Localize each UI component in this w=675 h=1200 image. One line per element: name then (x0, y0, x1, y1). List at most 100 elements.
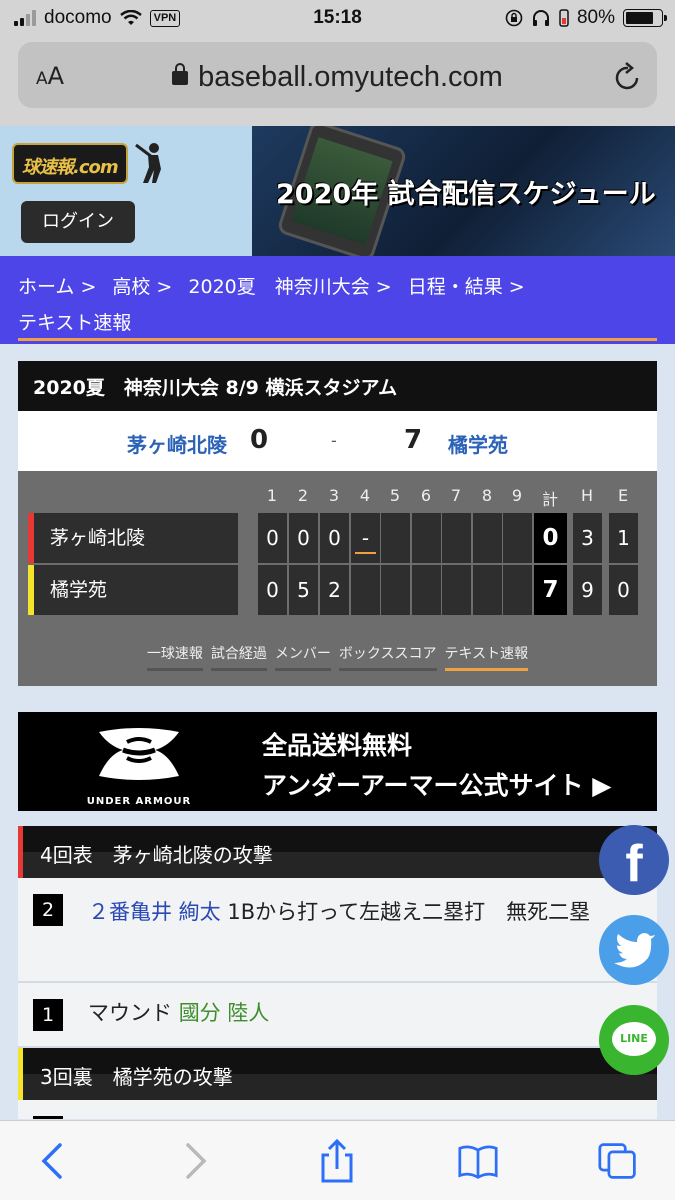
under-armour-mark-icon (99, 728, 179, 780)
twitter-bird-icon (614, 933, 655, 968)
breadcrumb-highschool[interactable]: 高校 (112, 276, 150, 298)
line-score-inning (412, 513, 441, 563)
play-item: 2 ２番亀井 絢太 1Bから打って左越え二塁打 無死二塁 (18, 878, 657, 983)
browser-toolbar (0, 1120, 675, 1200)
line-score-col-header: 9 (511, 486, 523, 505)
line-score-col-header: 5 (389, 486, 401, 505)
team-color-stripe (18, 1048, 23, 1100)
game-tab[interactable]: 試合経過 (210, 643, 267, 671)
line-score-inning: 0 (289, 513, 318, 563)
play-by-play: 4回表 茅ヶ崎北陵の攻撃 2 ２番亀井 絢太 1Bから打って左越え二塁打 無死二… (18, 826, 657, 1119)
away-team-name[interactable]: 橘学苑 (448, 429, 508, 458)
line-score-inning (503, 565, 532, 615)
line-score-inning (442, 513, 471, 563)
line-score-col-header: 3 (328, 486, 340, 505)
line-score-table: 123456789計HE 茅ヶ崎北陵 0 0 0-0 3 1 橘学苑 0 5 2 7 9 0 (28, 479, 647, 615)
bookmarks-icon[interactable] (458, 1139, 498, 1183)
play-description: 1Bから打って左越え二塁打 無死二塁 (220, 900, 591, 924)
lock-icon (172, 63, 189, 85)
facebook-share-button[interactable]: f (599, 825, 669, 895)
line-score-inning: 0 (320, 513, 349, 563)
login-button[interactable]: ログイン (21, 201, 135, 243)
line-score-col-header: 7 (450, 486, 462, 505)
breadcrumb: ホーム > 高校 > 2020夏 神奈川大会 > 日程・結果 > テキスト速報 (0, 256, 675, 344)
team-color-stripe (18, 826, 23, 878)
line-score-inning: 2 (320, 565, 349, 615)
batter-link[interactable]: ２番亀井 絢太 (88, 900, 221, 924)
back-icon[interactable] (34, 1139, 74, 1183)
battery-icon (623, 9, 667, 27)
play-prefix: マウンド (88, 1001, 179, 1025)
site-header: 球速報.com ログイン 2020年 試合配信スケジュール (0, 126, 675, 256)
ad-headline: 全品送料無料 (262, 731, 413, 760)
inning-header: 4回表 茅ヶ崎北陵の攻撃 (18, 826, 657, 878)
line-score-inning (473, 513, 502, 563)
line-score-inning: 0 (258, 513, 287, 563)
url-text[interactable]: baseball.omyutech.com (198, 61, 503, 93)
share-icon[interactable] (317, 1139, 357, 1183)
line-score-row: 茅ヶ崎北陵 0 0 0-0 3 1 (28, 513, 647, 563)
orientation-lock-icon (505, 9, 523, 27)
home-team-score: 0 (250, 425, 269, 455)
away-team-score: 7 (404, 425, 423, 455)
line-score-total: 7 (534, 565, 567, 615)
facebook-icon: f (625, 835, 643, 893)
game-tab[interactable]: 一球速報 (146, 643, 203, 671)
address-bar[interactable]: AA baseball.omyutech.com (18, 42, 657, 108)
line-score-col-header: 4 (359, 486, 371, 505)
schedule-banner[interactable]: 2020年 試合配信スケジュール (252, 126, 675, 256)
line-score-row: 橘学苑 0 5 2 7 9 0 (28, 565, 647, 615)
line-score-total: 0 (534, 513, 567, 563)
ad-subline: アンダーアーマー公式サイト ▶ (262, 771, 612, 800)
line-score-inning (473, 565, 502, 615)
line-score-inning (351, 565, 380, 615)
game-tab[interactable]: ボックススコア (338, 643, 437, 671)
line-score-col-header: 8 (481, 486, 493, 505)
line-score-col-header: 1 (266, 486, 278, 505)
headphones-icon (532, 10, 549, 26)
line-score-errors: 0 (609, 565, 638, 615)
ad-banner[interactable]: UNDER ARMOUR 全品送料無料 アンダーアーマー公式サイト ▶ (18, 712, 657, 811)
line-score-col-header: 6 (420, 486, 432, 505)
site-logo[interactable]: 球速報.com (12, 140, 228, 186)
inning-header: 3回裏 橘学苑の攻撃 (18, 1048, 657, 1100)
breadcrumb-home[interactable]: ホーム (18, 276, 74, 298)
breadcrumb-underline (18, 338, 657, 341)
alarm-icon (559, 9, 569, 27)
line-icon: LINE (612, 1022, 656, 1056)
breadcrumb-schedule[interactable]: 日程・結果 (408, 276, 503, 298)
line-score-inning: - (351, 513, 380, 563)
play-number: 7 (33, 1116, 63, 1119)
line-score-inning: 5 (289, 565, 318, 615)
twitter-share-button[interactable] (599, 915, 669, 985)
line-share-button[interactable]: LINE (599, 1005, 669, 1075)
under-armour-logo: UNDER ARMOUR (84, 724, 194, 807)
home-team-name[interactable]: 茅ヶ崎北陵 (127, 429, 227, 458)
banner-text: 2020年 試合配信スケジュール (276, 179, 656, 210)
line-score-team[interactable]: 橘学苑 (28, 565, 238, 615)
game-tab[interactable]: メンバー (274, 643, 331, 671)
game-scoreboard: 2020夏 神奈川大会 8/9 横浜スタジアム 茅ヶ崎北陵 0 - 7 橘学苑 … (18, 361, 657, 686)
score-dash: - (331, 431, 337, 450)
forward-icon[interactable] (174, 1139, 214, 1183)
tabs-icon[interactable] (598, 1139, 638, 1183)
line-score-inning (442, 565, 471, 615)
line-score-hits: 3 (573, 513, 602, 563)
line-score-col-header: H (580, 486, 594, 505)
line-score-inning (503, 513, 532, 563)
line-score-inning (381, 565, 410, 615)
battery-percent: 80% (576, 7, 615, 28)
line-score-hits: 9 (573, 565, 602, 615)
line-score-inning: 0 (258, 565, 287, 615)
line-score-inning (412, 565, 441, 615)
breadcrumb-tournament[interactable]: 2020夏 神奈川大会 (188, 276, 369, 298)
line-score-team[interactable]: 茅ヶ崎北陵 (28, 513, 238, 563)
line-score-col-header: 計 (541, 490, 558, 509)
game-tabs: 一球速報 試合経過 メンバー ボックススコア テキスト速報 (18, 643, 657, 671)
line-score-inning (381, 513, 410, 563)
game-tab[interactable]: テキスト速報 (444, 643, 529, 671)
line-score-errors: 1 (609, 513, 638, 563)
play-item: 1 マウンド 國分 陸人 (18, 983, 657, 1048)
reload-icon[interactable] (613, 60, 643, 92)
pitcher-link[interactable]: 國分 陸人 (179, 1001, 270, 1025)
